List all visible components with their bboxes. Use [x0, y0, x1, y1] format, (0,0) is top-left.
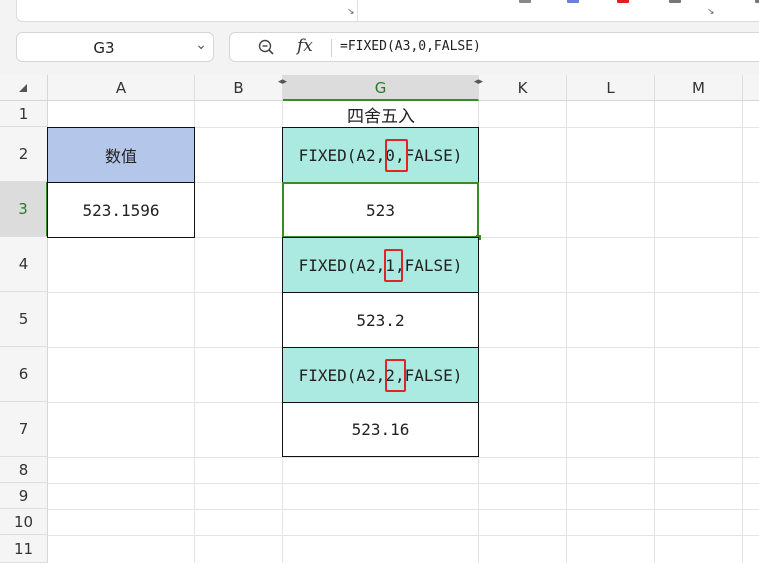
function-icon[interactable]: fx: [297, 36, 313, 56]
highlight-box: [384, 249, 403, 282]
cell-a3[interactable]: 523.1596: [47, 182, 195, 238]
cell-g2[interactable]: FIXED(A2,0,FALSE): [282, 127, 479, 183]
spreadsheet-grid[interactable]: A B G K L M ◂▸ ◂▸ 1 2 3 4 5 6 7 8 9 10 1…: [0, 75, 759, 563]
hidden-columns-icon[interactable]: ◂▸: [278, 77, 287, 87]
select-all-button[interactable]: [0, 75, 48, 101]
ribbon-separator: [357, 0, 358, 21]
row-header-8[interactable]: 8: [0, 457, 48, 483]
zoom-out-icon[interactable]: [258, 39, 274, 55]
ribbon-tool-icon[interactable]: [567, 0, 579, 3]
column-header-l[interactable]: L: [567, 75, 655, 101]
row-header-6[interactable]: 6: [0, 347, 48, 402]
highlight-box: [385, 359, 406, 392]
formula-bar[interactable]: fx =FIXED(A3,0,FALSE): [229, 32, 759, 62]
cell-g5[interactable]: 523.2: [282, 292, 479, 348]
cell-g1[interactable]: 四舍五入: [283, 101, 479, 127]
ribbon-tool-icon[interactable]: [669, 0, 681, 3]
column-header-g[interactable]: G: [283, 75, 479, 101]
cell-g7[interactable]: 523.16: [282, 402, 479, 457]
column-header-k[interactable]: K: [479, 75, 567, 101]
ribbon-strip: ↘ ↘: [16, 0, 759, 22]
cell-g4[interactable]: FIXED(A2,1,FALSE): [282, 237, 479, 293]
row-header-5[interactable]: 5: [0, 292, 48, 347]
ribbon-tool-icon[interactable]: [755, 0, 759, 3]
row-header-7[interactable]: 7: [0, 402, 48, 457]
gridline: [48, 535, 759, 536]
column-header-m[interactable]: M: [655, 75, 743, 101]
row-header-11[interactable]: 11: [0, 535, 48, 563]
font-color-icon[interactable]: [617, 0, 629, 3]
cell-a2[interactable]: 数值: [47, 127, 195, 183]
row-header-1[interactable]: 1: [0, 101, 48, 127]
column-header-b[interactable]: B: [195, 75, 283, 101]
gridline: [654, 101, 655, 563]
formula-separator: [331, 39, 332, 57]
name-box[interactable]: G3 ⌄: [16, 32, 214, 62]
highlight-box: [385, 139, 408, 172]
chevron-down-icon[interactable]: ⌄: [195, 37, 207, 53]
select-all-icon: [19, 84, 27, 92]
row-header-4[interactable]: 4: [0, 237, 48, 292]
gridline: [566, 101, 567, 563]
row-header-9[interactable]: 9: [0, 483, 48, 509]
ribbon-tool-icon[interactable]: [519, 0, 531, 3]
gridline: [48, 483, 759, 484]
dialog-launcher-icon[interactable]: ↘: [347, 7, 355, 17]
cell-g6[interactable]: FIXED(A2,2,FALSE): [282, 347, 479, 403]
gridline: [48, 509, 759, 510]
row-header-3[interactable]: 3: [0, 182, 48, 237]
gridline: [48, 457, 759, 458]
column-header-next[interactable]: [743, 75, 759, 101]
hidden-columns-icon[interactable]: ◂▸: [474, 77, 483, 87]
gridline: [742, 101, 743, 563]
dialog-launcher-icon[interactable]: ↘: [707, 7, 715, 17]
column-header-a[interactable]: A: [48, 75, 195, 101]
cell-reference: G3: [93, 39, 115, 57]
cell-g3-active[interactable]: 523: [282, 182, 479, 238]
formula-input[interactable]: =FIXED(A3,0,FALSE): [340, 39, 481, 54]
row-header-10[interactable]: 10: [0, 509, 48, 535]
row-header-2[interactable]: 2: [0, 127, 48, 182]
